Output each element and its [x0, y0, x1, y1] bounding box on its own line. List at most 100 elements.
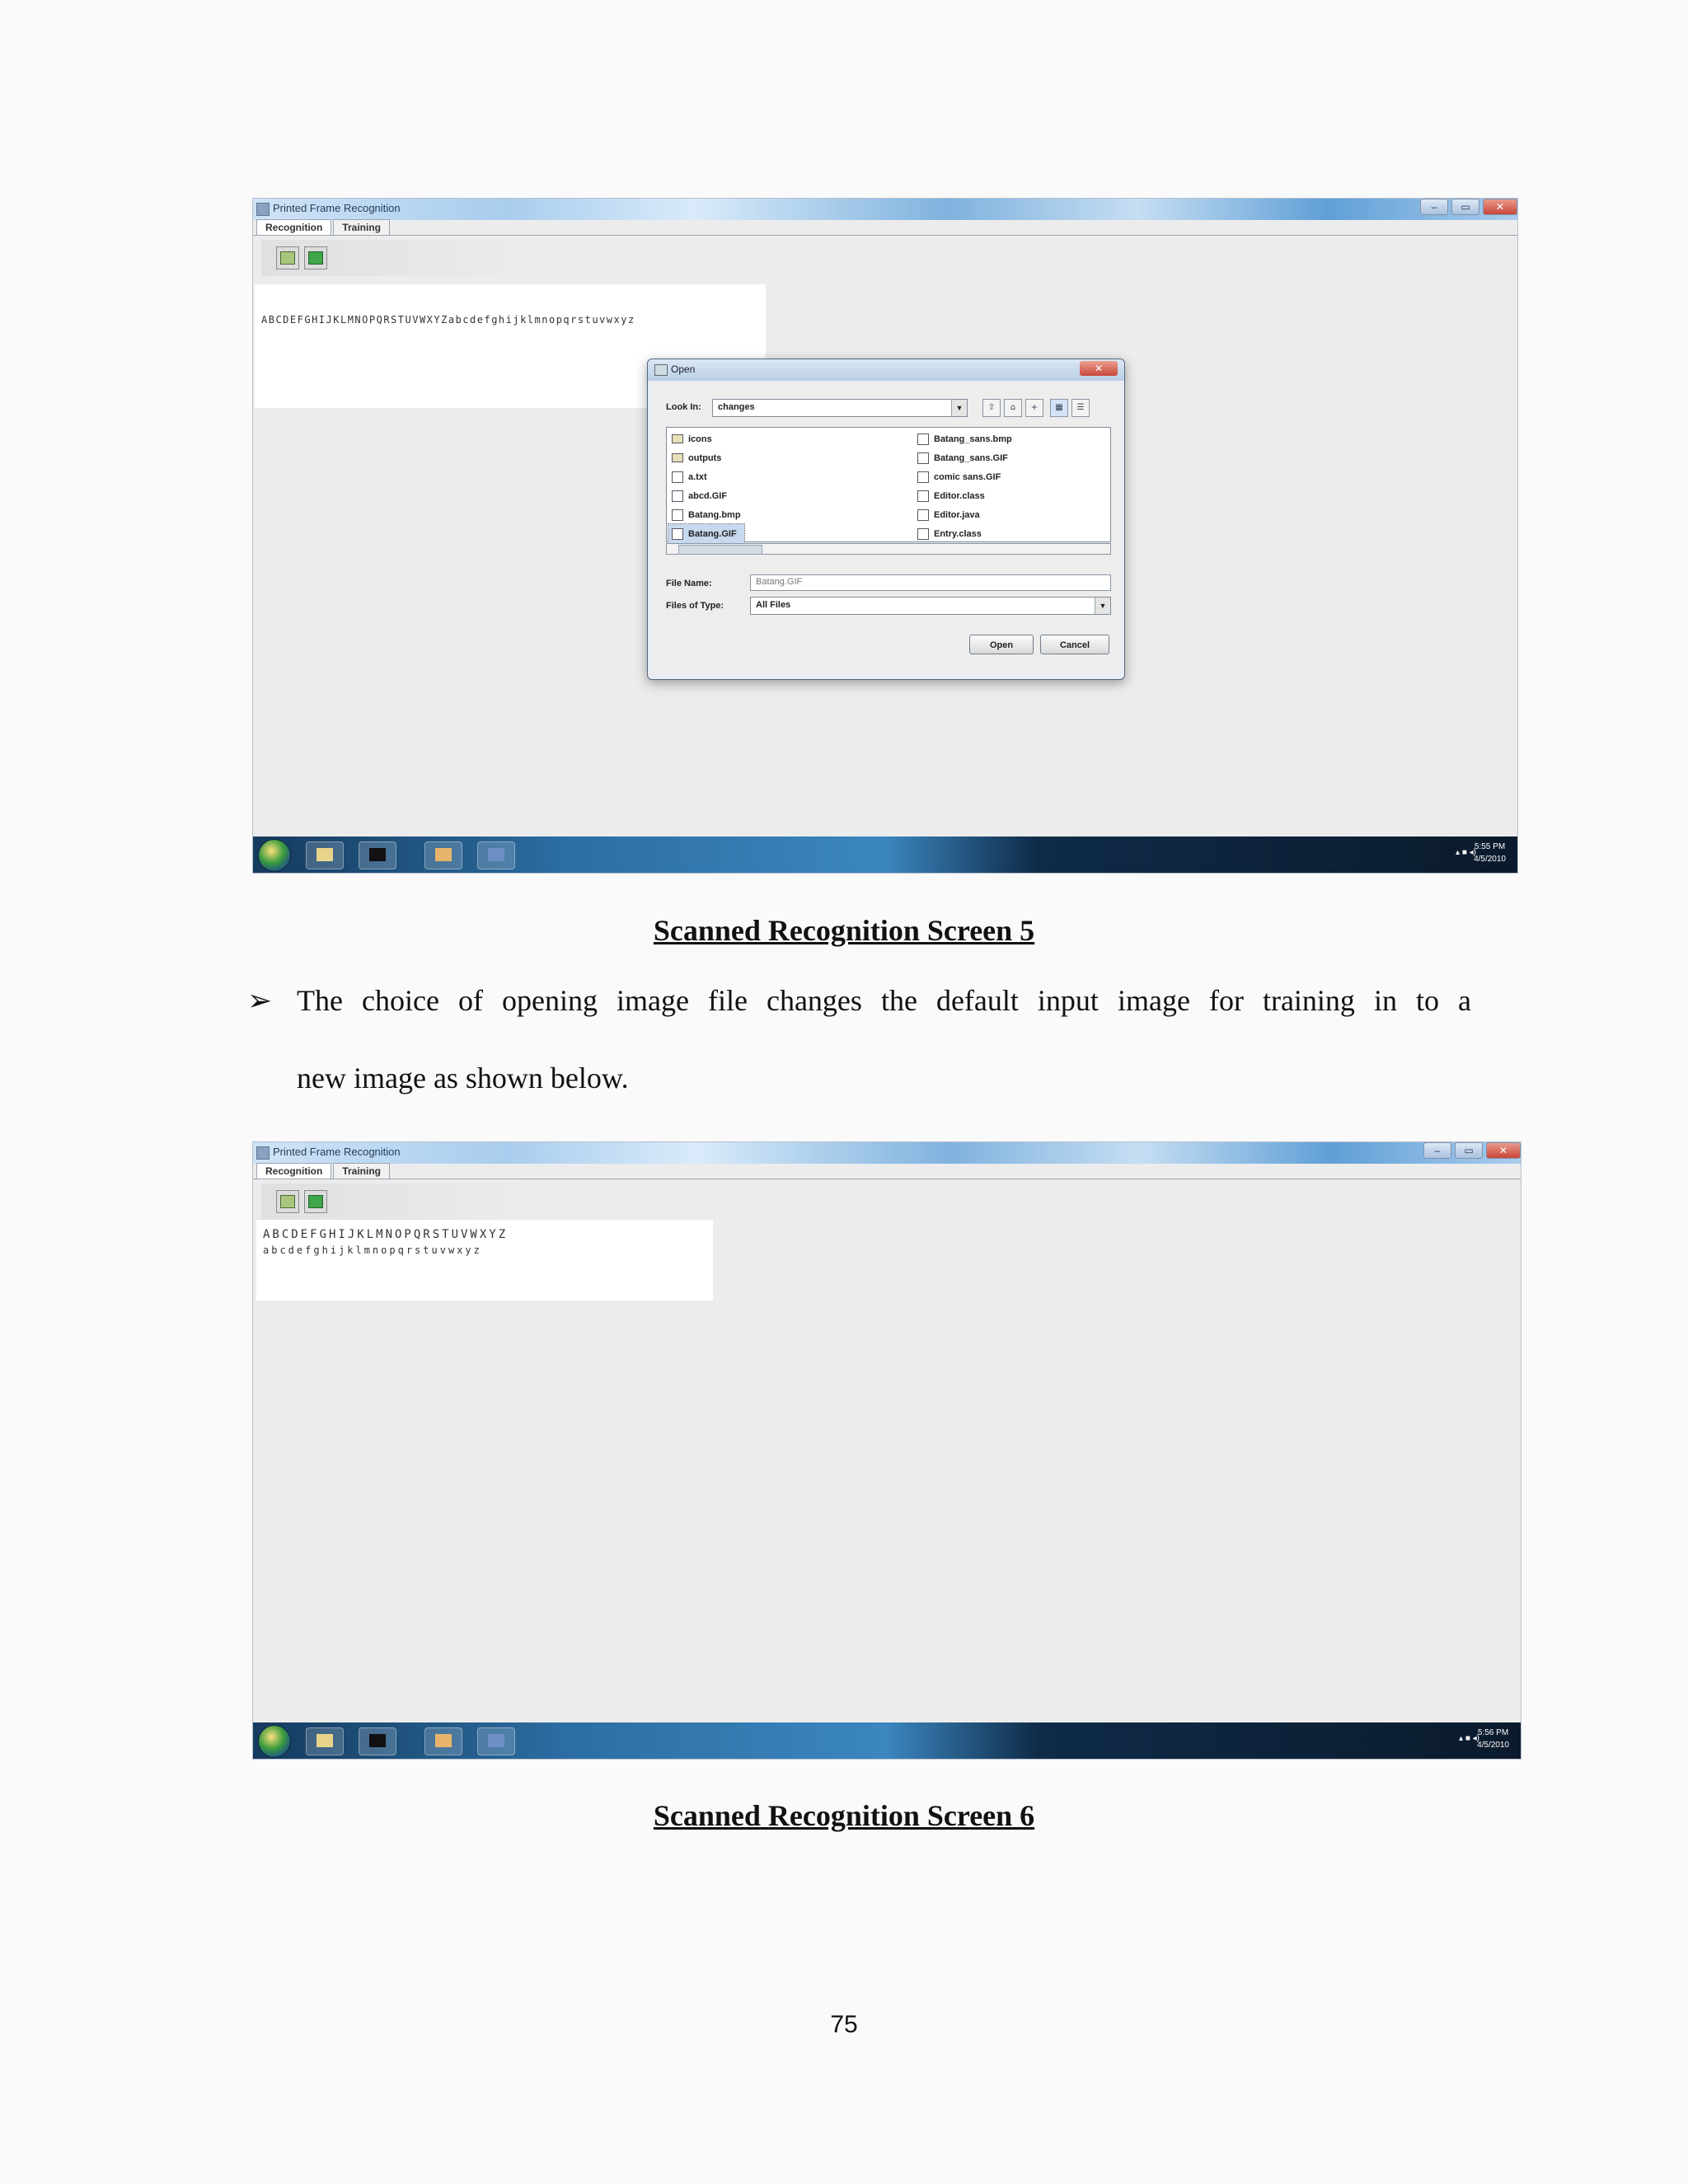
java-taskbar-button[interactable]: [424, 841, 462, 869]
input-image-canvas: ABCDEFGHIJKLMNOPQRSTUVWXYZ abcdefghijklm…: [256, 1220, 713, 1301]
look-in-label: Look In:: [666, 402, 701, 412]
dialog-close-button[interactable]: ✕: [1080, 361, 1118, 376]
console-taskbar-button[interactable]: [359, 841, 396, 869]
file-name-field[interactable]: Batang.GIF: [750, 574, 1111, 591]
file-list-item[interactable]: Batang.bmp: [668, 505, 744, 524]
horizontal-scrollbar[interactable]: [666, 543, 1111, 555]
tab-training[interactable]: Training: [333, 1163, 390, 1179]
caption-screen-5: Scanned Recognition Screen 5: [653, 914, 1035, 947]
tab-training[interactable]: Training: [333, 219, 390, 235]
start-button[interactable]: [258, 1725, 291, 1758]
java-taskbar-button[interactable]: [424, 1727, 462, 1755]
minimize-button[interactable]: –: [1420, 199, 1448, 215]
home-folder-button[interactable]: ⌂: [1004, 399, 1022, 417]
screenshot-recognition-screen-5: Printed Frame Recognition – ▭ ✕ Recognit…: [252, 198, 1518, 874]
start-button[interactable]: [258, 839, 291, 872]
file-name: Editor.java: [934, 509, 980, 520]
file-list-item[interactable]: Batang_sans.bmp: [914, 429, 1015, 448]
file-name-label: File Name:: [666, 579, 712, 588]
open-button[interactable]: Open: [969, 635, 1034, 654]
taskbar-clock[interactable]: 5:56 PM 4/5/2010: [1477, 1727, 1509, 1751]
list-view-button[interactable]: ▦: [1050, 399, 1068, 417]
file-list-item[interactable]: Editor.java: [914, 505, 1015, 524]
files-of-type-label: Files of Type:: [666, 601, 724, 611]
file-list-item[interactable]: outputs: [668, 448, 744, 467]
maximize-button[interactable]: ▭: [1451, 199, 1479, 215]
open-file-icon: [280, 1195, 295, 1208]
taskbar: ▴ ■ ◂) 5:55 PM 4/5/2010: [253, 837, 1517, 873]
canvas-text-lowercase: abcdefghijklmnopqrstuvwxyz: [263, 1244, 482, 1256]
file-icon: [917, 490, 929, 502]
file-list-item[interactable]: a.txt: [668, 467, 744, 486]
file-name: comic sans.GIF: [934, 471, 1001, 482]
file-name: Batang_sans.bmp: [934, 434, 1012, 444]
recognize-icon: [308, 1195, 323, 1208]
taskbar-clock[interactable]: 5:55 PM 4/5/2010: [1474, 841, 1506, 865]
canvas-text: ABCDEFGHIJKLMNOPQRSTUVWXYZabcdefghijklmn…: [261, 314, 635, 326]
file-icon: [917, 452, 929, 464]
file-icon: [672, 471, 683, 483]
screenshot-recognition-screen-6: Printed Frame Recognition – ▭ ✕ Recognit…: [252, 1141, 1522, 1760]
tab-recognition[interactable]: Recognition: [256, 219, 332, 235]
file-icon: [672, 527, 683, 540]
window-titlebar[interactable]: Printed Frame Recognition – ▭ ✕: [253, 1142, 1521, 1164]
file-list-item[interactable]: Entry.class: [914, 524, 1015, 543]
file-list-item[interactable]: comic sans.GIF: [914, 467, 1015, 486]
files-of-type-value: All Files: [756, 600, 791, 610]
console-taskbar-button[interactable]: [359, 1727, 396, 1755]
clock-time: 5:55 PM: [1474, 842, 1506, 851]
recognize-button[interactable]: [304, 1190, 327, 1213]
clock-date: 4/5/2010: [1474, 855, 1506, 864]
canvas-text-uppercase: ABCDEFGHIJKLMNOPQRSTUVWXYZ: [263, 1228, 509, 1241]
file-icon: [917, 433, 929, 445]
file-list-item[interactable]: icons: [668, 429, 744, 448]
clock-date: 4/5/2010: [1477, 1741, 1509, 1750]
paragraph-line-1: The choice of opening image file changes…: [297, 984, 1471, 1017]
close-button[interactable]: ✕: [1486, 1142, 1521, 1159]
app-taskbar-button[interactable]: [477, 1727, 515, 1755]
file-list: icons outputs a.txt abcd.GIF Batang.bmp Batan…: [666, 427, 1111, 544]
cancel-button[interactable]: Cancel: [1040, 635, 1109, 654]
open-image-button[interactable]: [276, 1190, 299, 1213]
file-icon: [672, 490, 683, 502]
file-name: icons: [688, 434, 712, 444]
file-list-item[interactable]: Batang.GIF: [668, 523, 745, 544]
page-number: 75: [830, 2011, 858, 2038]
taskbar: ▴ ■ ◂) 5:56 PM 4/5/2010: [253, 1722, 1521, 1759]
close-button[interactable]: ✕: [1483, 199, 1517, 215]
file-list-item[interactable]: Editor.class: [914, 486, 1015, 505]
minimize-button[interactable]: –: [1423, 1142, 1451, 1159]
file-name: Editor.class: [934, 490, 985, 501]
file-icon: [672, 509, 683, 521]
open-image-button[interactable]: [276, 246, 299, 269]
details-view-button[interactable]: ☰: [1071, 399, 1090, 417]
toolbar: [261, 240, 533, 276]
bullet-arrow-icon: ➢: [247, 984, 273, 1017]
file-name: Batang_sans.GIF: [934, 452, 1008, 463]
explorer-taskbar-button[interactable]: [306, 841, 344, 869]
tab-recognition[interactable]: Recognition: [256, 1163, 332, 1179]
file-list-item[interactable]: Batang_sans.GIF: [914, 448, 1015, 467]
open-file-dialog: Open ✕ Look In: changes ▼ ⇧ ⌂ + ▦ ☰ icon…: [647, 359, 1125, 680]
explorer-taskbar-button[interactable]: [306, 1727, 344, 1755]
recognize-button[interactable]: [304, 246, 327, 269]
file-list-item[interactable]: abcd.GIF: [668, 486, 744, 505]
up-folder-button[interactable]: ⇧: [982, 399, 1001, 417]
folder-icon: [672, 453, 683, 462]
window-title: Printed Frame Recognition: [273, 1146, 401, 1158]
chevron-down-icon: ▼: [951, 400, 967, 416]
window-titlebar[interactable]: Printed Frame Recognition – ▭ ✕: [253, 199, 1517, 220]
new-folder-button[interactable]: +: [1025, 399, 1043, 417]
file-icon: [917, 527, 929, 540]
dialog-titlebar[interactable]: Open ✕: [648, 359, 1124, 381]
file-name: abcd.GIF: [688, 490, 728, 501]
app-taskbar-button[interactable]: [477, 841, 515, 869]
files-of-type-select[interactable]: All Files ▼: [750, 597, 1111, 615]
file-name: Batang.GIF: [688, 528, 737, 539]
look-in-value: changes: [718, 402, 755, 412]
maximize-button[interactable]: ▭: [1455, 1142, 1483, 1159]
chevron-down-icon: ▼: [1095, 598, 1110, 614]
look-in-select[interactable]: changes ▼: [712, 399, 968, 417]
dialog-title: Open: [671, 363, 696, 375]
caption-screen-6: Scanned Recognition Screen 6: [653, 1799, 1035, 1832]
